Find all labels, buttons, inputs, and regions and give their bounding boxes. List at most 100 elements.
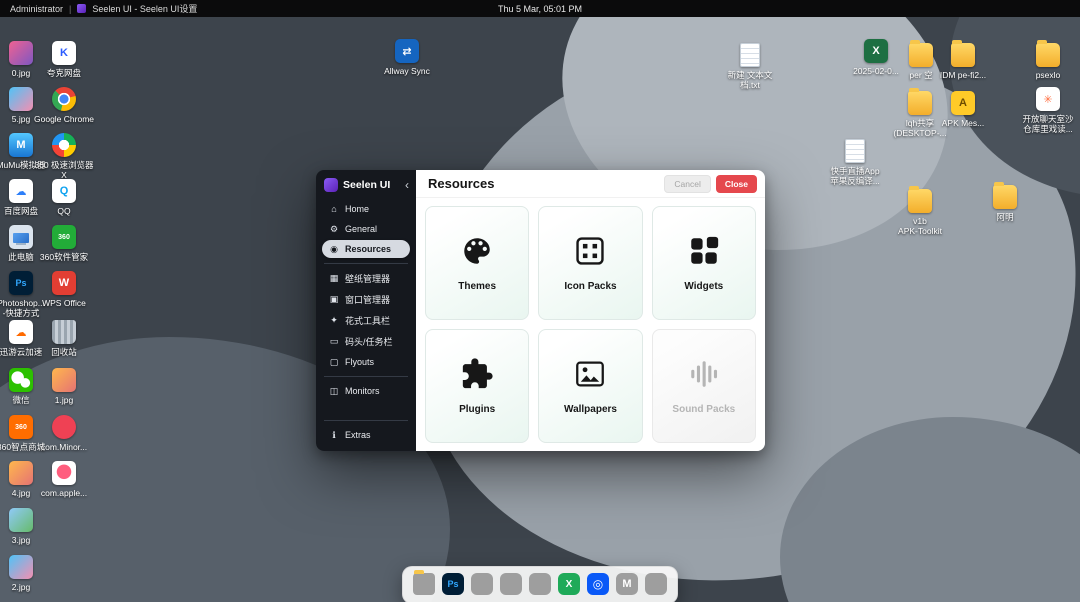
sidebar-item[interactable]: ✦ 花式工具栏 (322, 311, 410, 330)
sidebar-item[interactable]: ▭ 码头/任务栏 (322, 332, 410, 351)
desktop-icon[interactable]: Google Chrome (34, 87, 94, 124)
desktop-icon[interactable]: com.Minor... (34, 415, 94, 452)
sidebar-item[interactable]: ▢ Flyouts (322, 353, 410, 371)
clock[interactable]: Thu 5 Mar, 05:01 PM (498, 4, 582, 14)
desktop-icon-image: ☁ (9, 320, 33, 344)
desktop-icon[interactable]: 360 360软件管家 (34, 225, 94, 262)
desktop-icon[interactable]: psexlo (1018, 43, 1078, 80)
cancel-button[interactable]: Cancel (664, 175, 710, 193)
desktop-icon-image (908, 189, 932, 213)
sidebar-item-icon: ◫ (328, 385, 340, 397)
desktop-icon-label: Allway Sync (384, 66, 430, 76)
user-label[interactable]: Administrator (10, 4, 63, 14)
collapse-sidebar-button[interactable]: ‹ (405, 179, 409, 191)
desktop-icon[interactable]: v1b APK-Toolkit (890, 189, 950, 236)
desktop-icon-image (9, 508, 33, 532)
dock-notes[interactable] (528, 572, 552, 596)
desktop-icon-label: WPS Office (42, 298, 86, 308)
sidebar-item[interactable]: ◉ Resources (322, 240, 410, 258)
desktop-icon-label: com.apple... (41, 488, 87, 498)
desktop-icon[interactable]: 快手直播App 苹果反编译... (825, 139, 885, 186)
sidebar-item-label: Resources (345, 244, 391, 254)
sidebar-nav: ⌂ Home ⚙ General ◉ Resources (316, 199, 416, 451)
resource-card-widgets[interactable]: Widgets (652, 206, 756, 320)
desktop-icon-image (52, 87, 76, 111)
desktop-icon-image (9, 461, 33, 485)
sidebar-item-label: Home (345, 204, 369, 214)
desktop-icon-image: Ps (9, 271, 33, 295)
desktop-icon-image: 360 (9, 415, 33, 439)
desktop-icon-image (52, 368, 76, 392)
desktop-icon-image (52, 461, 76, 485)
settings-content: Resources Cancel Close Themes (416, 170, 765, 451)
sidebar-item[interactable]: ⌂ Home (322, 200, 410, 218)
desktop-icon[interactable]: ⇄ Allway Sync (377, 39, 437, 76)
desktop-icon[interactable]: ✳ 开放聊天室沙 仓库里戏读... (1018, 87, 1078, 134)
desktop-icon[interactable]: 3.jpg (0, 508, 51, 545)
desktop-icon[interactable]: 回收站 (34, 320, 94, 357)
card-label: Wallpapers (564, 404, 617, 415)
desktop-icon[interactable]: 阿明 (975, 185, 1035, 222)
desktop-icon-label: 开放聊天室沙 仓库里戏读... (1022, 114, 1073, 134)
topbar: Administrator | Seelen UI - Seelen UI设置 … (0, 0, 1080, 17)
desktop-icon-label: 新建 文本文 档.txt (728, 70, 773, 90)
sidebar-item-icon: ⚙ (328, 223, 340, 235)
desktop-icon-label: 快手直播App 苹果反编译... (830, 166, 880, 186)
desktop-icon-label: 2.jpg (12, 582, 30, 592)
topbar-separator: | (69, 4, 71, 14)
dock-excel[interactable]: X (557, 572, 581, 596)
desktop-icon[interactable]: IDM pe-fi2... (933, 43, 993, 80)
dock-browser[interactable] (499, 572, 523, 596)
desktop-icon-image: W (52, 271, 76, 295)
dock-mumu[interactable]: M (615, 572, 639, 596)
desktop-icon[interactable]: K 夸克网盘 (34, 41, 94, 78)
sidebar-header: Seelen UI ‹ (316, 170, 416, 199)
sidebar-item-label: Monitors (345, 386, 380, 396)
resource-card-icon-packs[interactable]: Icon Packs (538, 206, 642, 320)
desktop-icon-label: 0.jpg (12, 68, 30, 78)
desktop-icon[interactable]: 2.jpg (0, 555, 51, 592)
desktop-icon-label: 360软件管家 (40, 252, 88, 262)
dock-item-icon (413, 573, 435, 595)
desktop-icon-image (1036, 43, 1060, 67)
dock-photoshop[interactable]: Ps (441, 572, 465, 596)
app-name: Seelen UI (343, 179, 390, 191)
sidebar-item-icon: ◉ (328, 243, 340, 255)
desktop-icon[interactable]: 新建 文本文 档.txt (720, 43, 780, 90)
sound-packs-waveform-icon (687, 357, 721, 391)
desktop-icon-label: 微信 (12, 395, 29, 405)
plugins-puzzle-icon (460, 357, 494, 391)
sidebar-item[interactable]: ◫ Monitors (322, 382, 410, 400)
sidebar-item[interactable]: ▣ 窗口管理器 (322, 290, 410, 309)
sidebar-item[interactable]: ⚙ General (322, 220, 410, 238)
close-button[interactable]: Close (716, 175, 757, 193)
desktop-icon[interactable]: com.apple... (34, 461, 94, 498)
desktop-icon[interactable]: W WPS Office (34, 271, 94, 308)
desktop-icon-image (9, 87, 33, 111)
desktop-icon-image (52, 320, 76, 344)
desktop-icon[interactable]: 1.jpg (34, 368, 94, 405)
topbar-app-title[interactable]: Seelen UI - Seelen UI设置 (92, 2, 197, 15)
desktop-icon-label: 百度网盘 (4, 206, 38, 216)
desktop-icon-label: APK Mes... (942, 118, 985, 128)
desktop-icon-image (845, 139, 865, 163)
card-label: Icon Packs (564, 281, 616, 292)
desktop-icon[interactable]: A APK Mes... (933, 91, 993, 128)
dock-files[interactable] (412, 572, 436, 596)
dock-blue-app[interactable]: ◎ (586, 572, 610, 596)
sidebar-item[interactable]: ▦ 壁纸管理器 (322, 269, 410, 288)
themes-palette-icon (460, 234, 494, 268)
desktop-icon-label: IDM pe-fi2... (940, 70, 986, 80)
desktop-icon-label: 阿明 (996, 212, 1013, 222)
resource-card-themes[interactable]: Themes (425, 206, 529, 320)
desktop-icon[interactable]: 360 极速浏览器X (34, 133, 94, 180)
sidebar-item[interactable]: ℹ Extras (322, 426, 410, 444)
resource-card-wallpapers[interactable]: Wallpapers (538, 329, 642, 443)
header-actions: Cancel Close (664, 175, 757, 193)
icon-packs-grid-icon (573, 234, 607, 268)
dock-seelen[interactable] (644, 572, 668, 596)
card-label: Widgets (684, 281, 723, 292)
resource-card-plugins[interactable]: Plugins (425, 329, 529, 443)
desktop-icon[interactable]: Q QQ (34, 179, 94, 216)
dock-chrome[interactable] (470, 572, 494, 596)
